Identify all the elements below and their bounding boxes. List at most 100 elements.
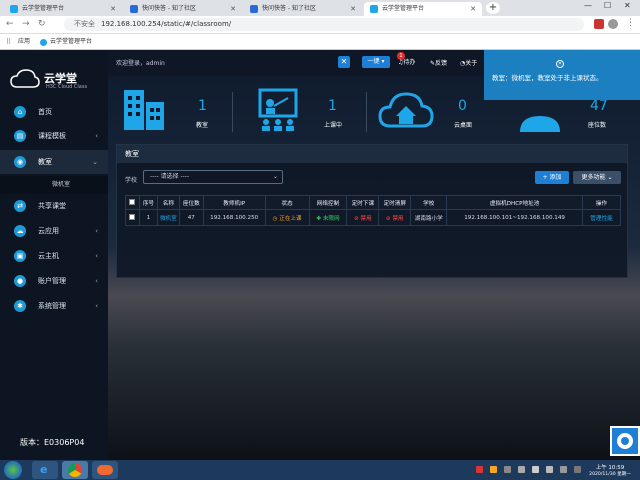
chevron-down-icon: ⌄ — [272, 173, 278, 180]
school-select[interactable]: ---- 请选择 ---- ⌄ — [143, 170, 283, 184]
not-secure-label: 不安全 — [74, 20, 95, 28]
sidebar-item-system[interactable]: ✱ 系统管理 ‹ — [0, 294, 108, 318]
row-select-cell — [125, 209, 140, 226]
browser-tab-1[interactable]: 云学堂管理平台 ✕ — [4, 2, 122, 16]
todo-label: 待办 — [403, 59, 416, 66]
minimize-icon[interactable]: — — [584, 1, 592, 10]
stat-divider — [366, 92, 367, 132]
clock-date: 2020/11/30 星期一 — [589, 472, 631, 477]
tray-app-icon[interactable] — [476, 466, 483, 473]
cloud-app-icon — [97, 465, 113, 475]
bookmarks-bar: ⠿ 应用 云学堂管理平台 — [0, 34, 640, 50]
browser-tab-4[interactable]: 云学堂管理平台 ✕ — [364, 2, 482, 16]
stat-label: 上课中 — [324, 122, 343, 129]
add-button[interactable]: + 添加 — [535, 171, 569, 184]
tray-keyboard-icon[interactable] — [504, 466, 511, 473]
sidebar-item-cloud-host[interactable]: ▣ 云主机 ‹ — [0, 244, 108, 268]
one-click-dropdown[interactable]: 一键 ▾ — [362, 56, 390, 68]
clock-time: 上午 10:59 — [595, 465, 625, 471]
cloud-favicon-icon — [40, 39, 47, 46]
taskbar-chrome[interactable] — [62, 461, 88, 479]
zhiliao-favicon-icon — [250, 5, 258, 13]
chevron-left-icon: ‹ — [95, 227, 98, 235]
close-icon[interactable]: ✕ — [470, 2, 476, 16]
sidebar-item-home[interactable]: ⌂ 首页 — [0, 100, 108, 124]
column-header: 名称 — [156, 195, 180, 210]
sidebar-item-classroom[interactable]: ◉ 教室 ⌄ — [0, 150, 108, 174]
column-header: 定时下课 — [346, 195, 380, 210]
forward-icon[interactable]: → — [22, 19, 30, 29]
url-input[interactable]: 不安全 192.168.100.254/static/#/classroom/ — [64, 18, 584, 31]
apps-grid-icon[interactable]: ⠿ — [6, 34, 11, 50]
close-icon[interactable]: ✕ — [230, 2, 236, 16]
cell-timed-clear[interactable]: ⊘ 禁用 — [378, 209, 412, 226]
notification-popup: ✕ 教室：微机室，教室处于非上课状态。 — [484, 50, 640, 100]
classroom-table: 序号 名称 座位数 教师机IP 状态 网络控制 定时下课 定时清屏 学校 虚拟机… — [125, 195, 621, 226]
tray-s-icon[interactable] — [490, 466, 497, 473]
school-select-value: ---- 请选择 ---- — [150, 173, 190, 180]
about-button[interactable]: ◔关于 — [460, 58, 477, 67]
sidebar-item-label: 云应用 — [38, 227, 59, 235]
sidebar-item-course-template[interactable]: ▤ 课程模板 ‹ — [0, 124, 108, 148]
tray-network-icon[interactable] — [518, 466, 525, 473]
sidebar-subitem-computer-room[interactable]: 微机室 — [0, 176, 108, 194]
bookmark-apps[interactable]: 应用 — [18, 34, 30, 50]
cell-name-link[interactable]: 微机室 — [156, 209, 180, 226]
profile-icon[interactable] — [608, 19, 618, 29]
sidebar: 云学堂 H3C Cloud Class ⌂ 首页 ▤ 课程模板 ‹ ◉ 教室 ⌄… — [0, 50, 108, 460]
tray-monitor-icon[interactable] — [560, 466, 567, 473]
select-all-checkbox[interactable] — [129, 198, 136, 205]
home-icon: ⌂ — [14, 106, 26, 118]
back-icon[interactable]: ← — [6, 19, 14, 29]
new-tab-button[interactable]: + — [486, 2, 500, 14]
notification-message: 教室：微机室，教室处于非上课状态。 — [492, 74, 603, 82]
reload-icon[interactable]: ↻ — [38, 19, 46, 29]
cell-seats: 47 — [178, 209, 204, 226]
extension-icon[interactable] — [594, 19, 604, 29]
cell-action-link[interactable]: 管理性能 — [582, 209, 621, 226]
tray-volume-icon[interactable] — [532, 466, 539, 473]
chevron-left-icon: ‹ — [95, 252, 98, 260]
taskbar-app[interactable] — [92, 461, 118, 479]
cell-school: 湖南路小学 — [410, 209, 448, 226]
column-header: 定时清屏 — [378, 195, 412, 210]
chat-widget-button[interactable] — [610, 426, 640, 456]
window-close-icon[interactable]: ✕ — [624, 1, 631, 10]
chrome-icon — [68, 463, 82, 477]
start-button[interactable] — [4, 461, 22, 479]
bookmark-cloud-class[interactable]: 云学堂管理平台 — [50, 34, 92, 50]
taskbar-ie[interactable]: e — [32, 461, 58, 479]
sidebar-item-label: 系统管理 — [38, 302, 66, 310]
close-icon[interactable]: ✕ — [110, 2, 116, 16]
sidebar-item-label: 课程模板 — [38, 132, 66, 140]
cell-timed-end[interactable]: ⊘ 禁用 — [346, 209, 380, 226]
taskbar-clock[interactable]: 上午 10:59 2020/11/30 星期一 — [588, 463, 632, 477]
maximize-icon[interactable]: ☐ — [604, 1, 611, 10]
sidebar-item-account[interactable]: ● 账户管理 ‹ — [0, 269, 108, 293]
feedback-button[interactable]: ✎反馈 — [430, 58, 447, 67]
more-functions-button[interactable]: 更多功能 ⌄ — [573, 171, 621, 184]
timed-clear-text: 禁用 — [392, 215, 404, 222]
cell-network-control[interactable]: ✚ 未限网 — [308, 209, 348, 226]
tray-display-icon[interactable] — [574, 466, 581, 473]
cell-ip: 192.168.100.250 — [202, 209, 266, 226]
row-checkbox[interactable] — [129, 213, 136, 220]
info-close-icon[interactable]: ✕ — [556, 60, 564, 68]
stat-label: 座位数 — [588, 122, 607, 129]
cell-index: 1 — [138, 209, 158, 226]
close-icon[interactable]: ✕ — [350, 2, 356, 16]
chevron-down-icon: ⌄ — [92, 158, 98, 166]
status-text: 正在上课 — [279, 215, 302, 222]
welcome-text: 欢迎登录，admin — [116, 60, 165, 67]
sidebar-item-cloud-app[interactable]: ☁ 云应用 ‹ — [0, 219, 108, 243]
browser-tab-3[interactable]: 快问快答 - 知了社区 ✕ — [244, 2, 362, 16]
todo-button[interactable]: ♫待办 — [398, 57, 415, 66]
close-sidebar-button[interactable]: ✕ — [338, 56, 350, 68]
teacher-board-icon — [258, 88, 298, 131]
browser-tab-2[interactable]: 快问快答 - 知了社区 ✕ — [124, 2, 242, 16]
stat-label: 云桌面 — [454, 122, 473, 129]
tray-flag-icon[interactable] — [546, 466, 553, 473]
menu-kebab-icon[interactable]: ⋮ — [626, 18, 635, 28]
table-row: 1 微机室 47 192.168.100.250 ◷ 正在上课 ✚ 未限网 ⊘ … — [125, 209, 621, 226]
sidebar-item-shared-class[interactable]: ⇄ 共享课堂 — [0, 194, 108, 218]
